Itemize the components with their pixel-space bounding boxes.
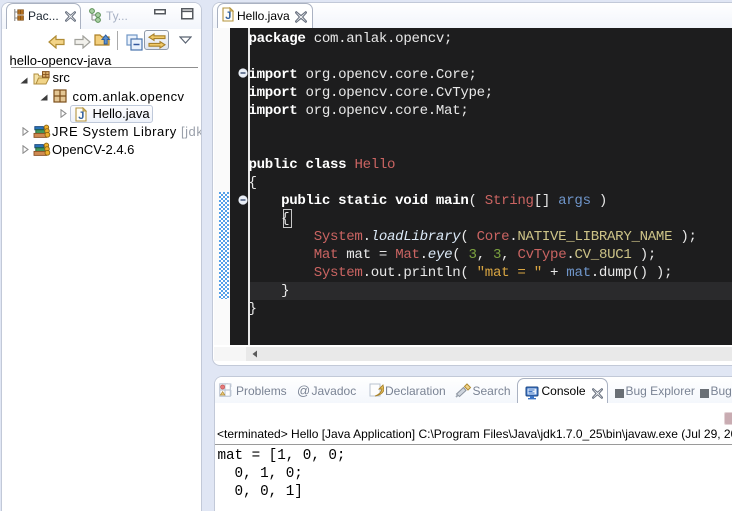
- svg-text:J: J: [78, 110, 84, 122]
- svg-text:J: J: [225, 10, 231, 22]
